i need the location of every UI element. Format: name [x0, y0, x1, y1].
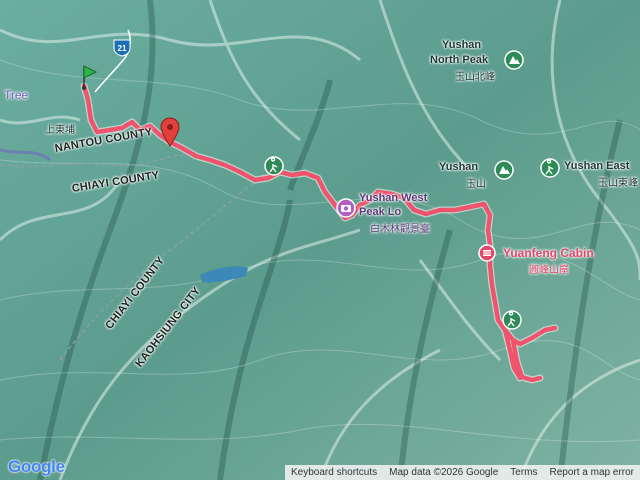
- cabin-icon[interactable]: [478, 244, 496, 262]
- label-yushan-north-cjk: 玉山北峰: [455, 72, 495, 83]
- svg-text:21: 21: [118, 44, 127, 53]
- label-yushan-cjk: 玉山: [466, 179, 486, 190]
- label-yushan-east: Yushan East: [564, 160, 630, 172]
- label-yushan: Yushan: [439, 161, 479, 173]
- camera-viewpoint-icon[interactable]: [336, 198, 356, 218]
- label-shangdongpu: 上東埔: [45, 125, 75, 136]
- label-west-peak-2: Peak Lo: [359, 206, 402, 218]
- mountain-peak-icon[interactable]: [504, 50, 524, 70]
- label-yushan-east-cjk: 玉山東峰: [598, 178, 638, 189]
- hiking-marker-icon[interactable]: [264, 156, 284, 176]
- google-logo-text: Google: [8, 457, 65, 476]
- road-shield-21: 21: [113, 39, 131, 57]
- label-yuanfeng-cabin-cjk: 圓峰山屋: [529, 265, 569, 276]
- label-yuanfeng-cabin: Yuanfeng Cabin: [503, 246, 594, 260]
- keyboard-shortcuts-link[interactable]: Keyboard shortcuts: [285, 465, 383, 480]
- label-yushan-north-2: North Peak: [430, 54, 489, 66]
- mountain-peak-icon[interactable]: [494, 160, 514, 180]
- map-data-text: Map data ©2026 Google: [389, 467, 499, 478]
- terms-link[interactable]: Terms: [504, 465, 543, 480]
- label-yushan-north-1: Yushan: [442, 39, 482, 51]
- hiking-marker-icon[interactable]: [502, 310, 522, 330]
- label-west-peak-1: Yushan West: [359, 192, 428, 204]
- hiking-marker-icon[interactable]: [540, 158, 560, 178]
- attribution-bar: Keyboard shortcuts Map data ©2026 Google…: [284, 465, 640, 480]
- google-logo: Google: [8, 457, 65, 477]
- report-error-link[interactable]: Report a map error: [544, 465, 640, 480]
- terrain-map[interactable]: 21: [0, 0, 640, 480]
- label-tree: Tree: [4, 88, 29, 102]
- label-west-peak-cjk: 白木林觀景臺: [370, 224, 430, 235]
